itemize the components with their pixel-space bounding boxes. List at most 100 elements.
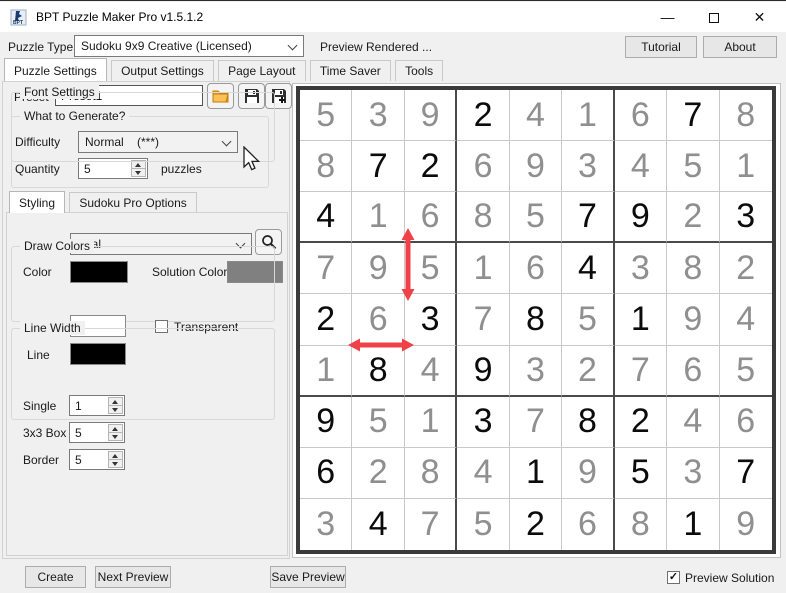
sudoku-cell: 9 [562, 448, 614, 499]
sudoku-grid: 5392416788726934514168579237951643822637… [296, 86, 776, 554]
sudoku-cell: 7 [562, 192, 614, 243]
sudoku-cell: 8 [510, 294, 562, 345]
sudoku-cell: 8 [352, 346, 404, 397]
single-width-stepper[interactable]: 1 [69, 395, 125, 416]
tab-sudoku-pro-options[interactable]: Sudoku Pro Options [69, 192, 196, 213]
sudoku-cell: 4 [300, 192, 352, 243]
sudoku-cell: 5 [405, 243, 457, 294]
sudoku-cell: 3 [405, 294, 457, 345]
chevron-down-icon [288, 41, 298, 51]
sudoku-cell: 1 [352, 192, 404, 243]
next-preview-button[interactable]: Next Preview [95, 566, 171, 588]
app-icon: BPT [10, 9, 27, 26]
maximize-button[interactable] [691, 2, 736, 32]
stepper-buttons[interactable] [108, 397, 123, 414]
sudoku-cell: 3 [720, 192, 772, 243]
save-preview-button[interactable]: Save Preview [270, 566, 346, 588]
close-button[interactable]: ✕ [737, 2, 782, 32]
stepper-buttons[interactable] [108, 424, 123, 441]
tutorial-button[interactable]: Tutorial [625, 36, 697, 58]
sudoku-cell: 7 [352, 141, 404, 192]
puzzle-settings-panel: Preset What [2, 81, 290, 559]
tab-puzzle-settings[interactable]: Puzzle Settings [4, 58, 107, 81]
down-arrow-icon [112, 435, 118, 439]
down-arrow-icon [135, 171, 141, 175]
tab-page-layout[interactable]: Page Layout [218, 60, 305, 81]
sudoku-cell: 2 [615, 397, 667, 448]
sudoku-cell: 6 [457, 141, 509, 192]
sudoku-cell: 8 [720, 90, 772, 141]
sudoku-cell: 3 [562, 141, 614, 192]
down-arrow-icon [112, 408, 118, 412]
quantity-value: 5 [84, 162, 91, 176]
sudoku-cell: 5 [300, 90, 352, 141]
tab-styling[interactable]: Styling [9, 191, 65, 213]
sudoku-cell: 7 [720, 448, 772, 499]
sudoku-cell: 5 [510, 192, 562, 243]
sudoku-cell: 4 [352, 499, 404, 550]
up-arrow-icon [112, 427, 118, 431]
stepper-down[interactable] [108, 459, 123, 468]
stepper-down[interactable] [108, 432, 123, 441]
sudoku-cell: 9 [300, 397, 352, 448]
sudoku-cell: 4 [405, 346, 457, 397]
sudoku-cell: 2 [405, 141, 457, 192]
box-width-stepper[interactable]: 5 [69, 422, 125, 443]
sudoku-cell: 8 [615, 499, 667, 550]
sudoku-cell: 4 [720, 294, 772, 345]
sudoku-cell: 4 [667, 397, 719, 448]
up-arrow-icon [112, 400, 118, 404]
down-arrow-icon [112, 462, 118, 466]
create-button[interactable]: Create [25, 566, 86, 588]
single-width-label: Single [23, 399, 56, 413]
sudoku-cell: 2 [457, 90, 509, 141]
stepper-buttons[interactable] [108, 451, 123, 468]
about-button[interactable]: About [703, 36, 777, 58]
tab-time-saver[interactable]: Time Saver [310, 60, 391, 81]
sudoku-cell: 9 [615, 192, 667, 243]
sudoku-cell: 7 [300, 243, 352, 294]
top-toolbar: Puzzle Type Sudoku 9x9 Creative (License… [0, 32, 786, 60]
sudoku-cell: 7 [667, 90, 719, 141]
tab-output-settings[interactable]: Output Settings [111, 60, 214, 81]
sudoku-cell: 8 [405, 448, 457, 499]
stepper-down[interactable] [108, 405, 123, 414]
sudoku-cell: 6 [667, 346, 719, 397]
tab-tools[interactable]: Tools [395, 60, 443, 81]
sudoku-cell: 9 [720, 499, 772, 550]
single-width-value: 1 [75, 399, 82, 413]
sudoku-cell: 6 [300, 448, 352, 499]
sudoku-cell: 3 [510, 346, 562, 397]
sudoku-cell: 7 [457, 294, 509, 345]
stepper-down[interactable] [131, 168, 146, 177]
group-title: Draw Colors [20, 239, 94, 253]
bottom-bar: Create Next Preview Save Preview ✓ Previ… [0, 559, 786, 593]
sudoku-cell: 2 [562, 346, 614, 397]
group-title: Line Width [20, 321, 85, 335]
puzzle-type-value: Sudoku 9x9 Creative (Licensed) [81, 39, 252, 53]
sudoku-cell: 5 [720, 346, 772, 397]
sudoku-cell: 7 [615, 346, 667, 397]
box-width-label: 3x3 Box [23, 426, 66, 440]
sudoku-cell: 5 [457, 499, 509, 550]
stepper-buttons[interactable] [131, 160, 146, 177]
sudoku-cell: 4 [457, 448, 509, 499]
quantity-label: Quantity [15, 162, 60, 176]
sudoku-cell: 9 [457, 346, 509, 397]
draw-colors-group: Draw Colors [11, 246, 275, 322]
sudoku-cell: 3 [300, 499, 352, 550]
main-tab-strip: Puzzle Settings Output Settings Page Lay… [4, 60, 444, 81]
font-settings-group: Font Settings [11, 92, 275, 162]
border-width-stepper[interactable]: 5 [69, 449, 125, 470]
preview-solution-label: Preview Solution [685, 571, 774, 585]
minimize-button[interactable]: — [645, 2, 690, 32]
puzzle-type-select[interactable]: Sudoku 9x9 Creative (Licensed) [74, 35, 304, 57]
sudoku-cell: 9 [405, 90, 457, 141]
sudoku-cell: 7 [405, 499, 457, 550]
puzzle-preview-panel: 5392416788726934514168579237951643822637… [292, 83, 781, 558]
preview-solution-checkbox[interactable]: ✓ [667, 571, 680, 584]
sudoku-cell: 1 [457, 243, 509, 294]
sudoku-cell: 2 [667, 192, 719, 243]
border-width-label: Border [23, 453, 59, 467]
sudoku-cell: 3 [667, 448, 719, 499]
